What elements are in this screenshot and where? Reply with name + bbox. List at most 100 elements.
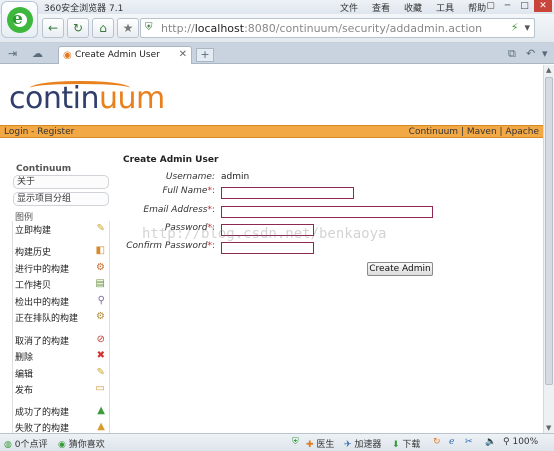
fullname-input[interactable]	[221, 187, 354, 199]
legend-label: 取消了的构建	[15, 337, 70, 347]
comments-icon: ◍	[4, 440, 12, 450]
close-window-button[interactable]: ✕	[534, 0, 552, 12]
address-tools: ⚡ ▾	[511, 21, 530, 34]
legend-item-queued-build: 正在排队的构建 ⚙	[15, 311, 107, 325]
sound-status[interactable]: 🔈	[485, 437, 496, 447]
tab-create-admin-user[interactable]: ◉ Create Admin User ✕	[58, 46, 192, 64]
accelerator-status[interactable]: ✈ 加速器	[344, 437, 381, 450]
address-bar[interactable]: ⛨ http://localhost:8080/continuum/securi…	[140, 18, 535, 38]
zoom-status[interactable]: ⚲ 100%	[503, 437, 538, 447]
window-title: 360安全浏览器 7.1	[44, 4, 124, 14]
skin-button[interactable]: ▢	[483, 0, 498, 12]
form-title: Create Admin User	[123, 155, 219, 165]
edit-icon: ✎	[96, 367, 105, 378]
navigation-toolbar: ← ↻ ⌂ ★ ⛨ http://localhost:8080/continuu…	[0, 14, 554, 43]
screenshot-status[interactable]: ✂	[465, 437, 473, 447]
continuum-logo[interactable]: continuum	[9, 81, 165, 116]
menu-file[interactable]: 文件	[340, 1, 358, 14]
legend-item-release: 发布 ▭	[15, 383, 107, 397]
speed-mode-icon[interactable]: ⚡	[511, 21, 519, 34]
watermark-text: http://blog.csdn.net/benkaoya	[142, 226, 387, 242]
scrollbar-thumb[interactable]	[545, 77, 553, 385]
menu-favorites[interactable]: 收藏	[404, 1, 422, 14]
scroll-down-icon[interactable]: ▼	[546, 424, 551, 432]
legend-label: 进行中的构建	[15, 265, 70, 275]
username-label: Username:	[119, 172, 215, 182]
legend-label: 立即构建	[15, 226, 52, 236]
page-favicon-icon: ◉	[63, 50, 72, 61]
vertical-scrollbar[interactable]: ▲ ▼	[543, 65, 554, 433]
sidebar-title: Continuum	[16, 164, 72, 174]
favorite-button[interactable]: ★	[117, 18, 139, 38]
download-status[interactable]: ⬇ 下载	[392, 437, 420, 450]
legend-item-build-in-progress: 进行中的构建 ⚙	[15, 262, 107, 276]
email-input[interactable]	[221, 206, 433, 218]
failed-icon: ▲	[97, 421, 105, 432]
sidebar-item-about[interactable]: 关于	[13, 175, 109, 189]
browser-logo-icon[interactable]: e	[1, 1, 38, 38]
legend-label: 删除	[15, 353, 34, 363]
legend-label: 失败了的构建	[15, 424, 70, 433]
logo-letter: e	[12, 9, 23, 29]
translate-status[interactable]: ↻	[433, 437, 441, 447]
doctor-label: 医生	[316, 440, 335, 450]
ie-mode-status[interactable]: ℯ	[449, 437, 454, 447]
fullname-label: Full Name*:	[119, 186, 215, 196]
dropdown-arrow-icon[interactable]: ▾	[524, 21, 530, 34]
sidebar-item-show-groups[interactable]: 显示项目分组	[13, 192, 109, 206]
home-button[interactable]: ⌂	[92, 18, 114, 38]
translate-icon: ↻	[433, 437, 441, 447]
tab-menu-icon[interactable]: ▾	[542, 47, 548, 60]
cancelled-build-icon: ⊘	[96, 334, 105, 345]
confirm-password-input[interactable]	[221, 242, 314, 254]
delete-icon: ✖	[96, 350, 105, 361]
sidebar-toggle-icon[interactable]: ⇥	[8, 47, 17, 60]
legend-item-build-now: 立即构建 ✎	[15, 223, 107, 237]
zoom-level: 100%	[512, 437, 539, 447]
login-register-link[interactable]: Login - Register	[4, 127, 74, 137]
recommend-icon: ◉	[58, 440, 66, 450]
legend-item-cancelled-build: 取消了的构建 ⊘	[15, 334, 107, 348]
comments-status[interactable]: ◍ 0个点评	[4, 437, 47, 450]
zoom-icon: ⚲	[503, 437, 510, 447]
accelerator-label: 加速器	[354, 440, 382, 450]
legend-label: 发布	[15, 386, 34, 396]
required-mark: *:	[207, 205, 215, 215]
queued-build-icon: ⚙	[96, 311, 105, 322]
email-label: Email Address*:	[119, 205, 215, 215]
cloud-icon[interactable]: ☁	[32, 47, 43, 60]
undo-close-icon[interactable]: ↶	[526, 47, 535, 60]
security-status[interactable]: ⛨	[292, 437, 299, 447]
tab-label: Create Admin User	[75, 50, 160, 60]
menu-view[interactable]: 查看	[372, 1, 390, 14]
username-label-text: Username:	[165, 172, 215, 182]
email-label-text: Email Address	[143, 205, 208, 215]
doctor-status[interactable]: ✚ 医生	[306, 437, 334, 450]
required-mark: *:	[207, 241, 215, 251]
legend-item-checking-out: 检出中的构建 ⚲	[15, 295, 107, 309]
recommend-status[interactable]: ◉ 猜你喜欢	[58, 437, 105, 450]
legend-label: 成功了的构建	[15, 408, 70, 418]
legend-item-build-failed: 失败了的构建 ▲	[15, 421, 107, 433]
create-admin-button[interactable]: Create Admin	[367, 262, 433, 276]
scroll-up-icon[interactable]: ▲	[546, 66, 551, 74]
tab-close-icon[interactable]: ✕	[179, 49, 187, 60]
checking-out-icon: ⚲	[97, 295, 105, 306]
address-url[interactable]: http://localhost:8080/continuum/security…	[161, 22, 482, 35]
project-links[interactable]: Continuum | Maven | Apache	[409, 127, 539, 137]
logo-text-main: contin	[9, 81, 99, 116]
back-button[interactable]: ←	[42, 18, 64, 38]
logo-text-accent: uum	[98, 81, 165, 116]
minimize-button[interactable]: ─	[500, 0, 515, 12]
refresh-button[interactable]: ↻	[67, 18, 89, 38]
download-label: 下载	[402, 440, 421, 450]
doctor-icon: ✚	[306, 440, 314, 450]
menu-tools[interactable]: 工具	[436, 1, 454, 14]
maximize-button[interactable]: □	[517, 0, 532, 12]
new-tab-button[interactable]: +	[196, 48, 214, 62]
confirm-password-label: Confirm Password*:	[119, 241, 215, 251]
username-value: admin	[221, 172, 250, 182]
legend-item-build-history: 构建历史 ◧	[15, 245, 107, 259]
legend-label: 正在排队的构建	[15, 314, 79, 324]
tab-list-icon[interactable]: ⧉	[508, 47, 516, 61]
